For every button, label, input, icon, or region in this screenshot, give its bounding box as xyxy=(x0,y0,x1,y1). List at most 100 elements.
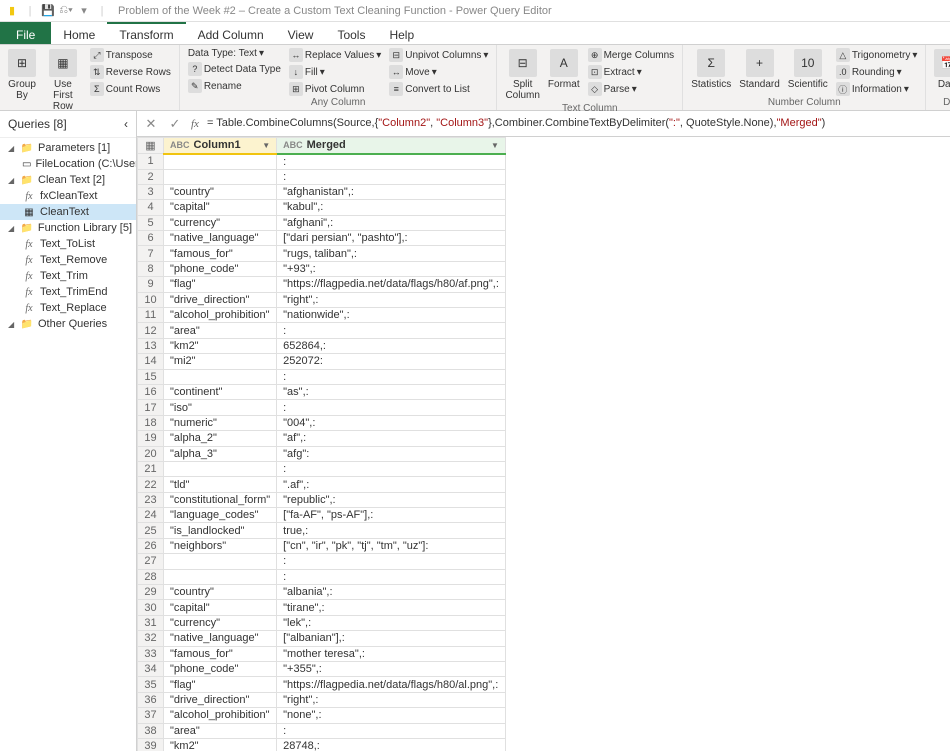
table-row[interactable]: 25"is_landlocked"true,: xyxy=(138,523,506,538)
information-button[interactable]: ⓘInformation ▾ xyxy=(834,81,920,97)
tab-tools[interactable]: Tools xyxy=(325,22,377,44)
ribbon-group-label: Any Column xyxy=(186,97,491,108)
table-row[interactable]: 8"phone_code""+93",: xyxy=(138,261,506,276)
cancel-icon[interactable]: ✕ xyxy=(143,116,159,132)
table-row[interactable]: 27: xyxy=(138,554,506,569)
table-row[interactable]: 22"tld"".af",: xyxy=(138,477,506,492)
table-row[interactable]: 4"capital""kabul",: xyxy=(138,200,506,215)
table-row[interactable]: 28: xyxy=(138,569,506,584)
divider-icon: | xyxy=(22,3,38,19)
corner-cell[interactable]: ▦ xyxy=(138,138,164,154)
column-header-merged[interactable]: ABCMerged▼ xyxy=(277,138,506,154)
count-rows-button[interactable]: ΣCount Rows xyxy=(88,81,173,97)
tab-help[interactable]: Help xyxy=(377,22,426,44)
table-row[interactable]: 30"capital""tirane",: xyxy=(138,600,506,615)
table-row[interactable]: 35"flag""https://flagpedia.net/data/flag… xyxy=(138,677,506,692)
standard-button[interactable]: +Standard xyxy=(737,47,782,92)
tree-folder[interactable]: ◢📁Other Queries xyxy=(0,316,136,332)
table-row[interactable]: 38"area": xyxy=(138,723,506,738)
tree-item[interactable]: fxText_Replace xyxy=(0,300,136,316)
replace-values-button[interactable]: ↔Replace Values ▾ xyxy=(287,47,383,63)
format-button[interactable]: AFormat xyxy=(546,47,582,92)
table-row[interactable]: 37"alcohol_prohibition""none",: xyxy=(138,708,506,723)
column-header-column1[interactable]: ABCColumn1▼ xyxy=(164,138,277,154)
filter-dropdown-icon[interactable]: ▼ xyxy=(262,141,270,150)
trigonometry-button[interactable]: △Trigonometry ▾ xyxy=(834,47,920,63)
table-row[interactable]: 1: xyxy=(138,154,506,170)
table-row[interactable]: 7"famous_for""rugs, taliban",: xyxy=(138,246,506,261)
tree-item[interactable]: fxfxCleanText xyxy=(0,188,136,204)
table-row[interactable]: 19"alpha_2""af",: xyxy=(138,431,506,446)
table-row[interactable]: 36"drive_direction""right",: xyxy=(138,692,506,707)
detect-data-type-button[interactable]: ?Detect Data Type xyxy=(186,61,283,77)
split-column-button[interactable]: ⊟Split Column xyxy=(503,47,541,103)
data-type-button[interactable]: Data Type: Text ▾ xyxy=(186,47,283,60)
table-row[interactable]: 16"continent""as",: xyxy=(138,384,506,399)
table-row[interactable]: 2: xyxy=(138,169,506,184)
rename-button[interactable]: ✎Rename xyxy=(186,78,283,94)
statistics-button[interactable]: ΣStatistics xyxy=(689,47,733,92)
group-by-button[interactable]: ⊞Group By xyxy=(6,47,38,103)
convert-to-list-button[interactable]: ≡Convert to List xyxy=(387,81,490,97)
table-row[interactable]: 23"constitutional_form""republic",: xyxy=(138,492,506,507)
table-row[interactable]: 5"currency""afghani",: xyxy=(138,215,506,230)
pivot-column-button[interactable]: ⊞Pivot Column xyxy=(287,81,383,97)
parse-button[interactable]: ◇Parse ▾ xyxy=(586,81,677,97)
scientific-button[interactable]: 10Scientific xyxy=(786,47,830,92)
filter-dropdown-icon[interactable]: ▼ xyxy=(491,141,499,150)
table-row[interactable]: 39"km2"28748,: xyxy=(138,738,506,751)
table-row[interactable]: 6"native_language"["dari persian", "pash… xyxy=(138,231,506,246)
tab-add-column[interactable]: Add Column xyxy=(186,22,276,44)
menu-bar: File Home Transform Add Column View Tool… xyxy=(0,22,950,45)
merge-columns-button[interactable]: ⊕Merge Columns xyxy=(586,47,677,63)
table-row[interactable]: 29"country""albania",: xyxy=(138,585,506,600)
tree-item[interactable]: fxText_TrimEnd xyxy=(0,284,136,300)
date-button[interactable]: 📅Date xyxy=(932,47,950,92)
tree-item[interactable]: ▦CleanText xyxy=(0,204,136,220)
fx-icon[interactable]: fx xyxy=(191,118,199,130)
qat-dropdown-icon[interactable]: ▾ xyxy=(76,3,92,19)
queries-pane: Queries [8] ‹ ◢📁Parameters [1]▭FileLocat… xyxy=(0,111,137,751)
undo-dropdown-icon[interactable]: ⎌▾ xyxy=(58,3,74,19)
save-icon[interactable]: 💾 xyxy=(40,3,56,19)
unpivot-columns-button[interactable]: ⊟Unpivot Columns ▾ xyxy=(387,47,490,63)
table-row[interactable]: 33"famous_for""mother teresa",: xyxy=(138,646,506,661)
table-row[interactable]: 14"mi2"252072: xyxy=(138,354,506,369)
tree-item[interactable]: fxText_Trim xyxy=(0,268,136,284)
tab-home[interactable]: Home xyxy=(51,22,107,44)
table-row[interactable]: 12"area": xyxy=(138,323,506,338)
tree-folder[interactable]: ◢📁Clean Text [2] xyxy=(0,172,136,188)
transpose-button[interactable]: ⤢Transpose xyxy=(88,47,173,63)
fill-button[interactable]: ↓Fill ▾ xyxy=(287,64,383,80)
table-row[interactable]: 18"numeric""004",: xyxy=(138,415,506,430)
table-row[interactable]: 20"alpha_3""afg": xyxy=(138,446,506,461)
commit-icon[interactable]: ✓ xyxy=(167,116,183,132)
reverse-rows-button[interactable]: ⇅Reverse Rows xyxy=(88,64,173,80)
table-row[interactable]: 26"neighbors"["cn", "ir", "pk", "tj", "t… xyxy=(138,538,506,553)
collapse-icon[interactable]: ‹ xyxy=(124,117,128,131)
table-row[interactable]: 13"km2"652864,: xyxy=(138,338,506,353)
table-row[interactable]: 17"iso": xyxy=(138,400,506,415)
extract-button[interactable]: ⊡Extract ▾ xyxy=(586,64,677,80)
rounding-button[interactable]: .0Rounding ▾ xyxy=(834,64,920,80)
tree-item[interactable]: ▭FileLocation (C:\Users\... xyxy=(0,156,136,172)
tree-item[interactable]: fxText_Remove xyxy=(0,252,136,268)
table-row[interactable]: 11"alcohol_prohibition""nationwide",: xyxy=(138,308,506,323)
tab-file[interactable]: File xyxy=(0,22,51,44)
formula-input[interactable]: = Table.CombineColumns(Source,{"Column2"… xyxy=(207,117,944,130)
table-row[interactable]: 15: xyxy=(138,369,506,384)
table-row[interactable]: 9"flag""https://flagpedia.net/data/flags… xyxy=(138,277,506,292)
tree-item[interactable]: fxText_ToList xyxy=(0,236,136,252)
table-row[interactable]: 21: xyxy=(138,461,506,476)
table-row[interactable]: 34"phone_code""+355",: xyxy=(138,662,506,677)
table-row[interactable]: 3"country""afghanistan",: xyxy=(138,184,506,199)
tab-transform[interactable]: Transform xyxy=(107,22,185,44)
tree-folder[interactable]: ◢📁Parameters [1] xyxy=(0,140,136,156)
tab-view[interactable]: View xyxy=(276,22,326,44)
table-row[interactable]: 31"currency""lek",: xyxy=(138,615,506,630)
table-row[interactable]: 24"language_codes"["fa-AF", "ps-AF"],: xyxy=(138,508,506,523)
move-button[interactable]: ↔Move ▾ xyxy=(387,64,490,80)
tree-folder[interactable]: ◢📁Function Library [5] xyxy=(0,220,136,236)
table-row[interactable]: 10"drive_direction""right",: xyxy=(138,292,506,307)
table-row[interactable]: 32"native_language"["albanian"],: xyxy=(138,631,506,646)
